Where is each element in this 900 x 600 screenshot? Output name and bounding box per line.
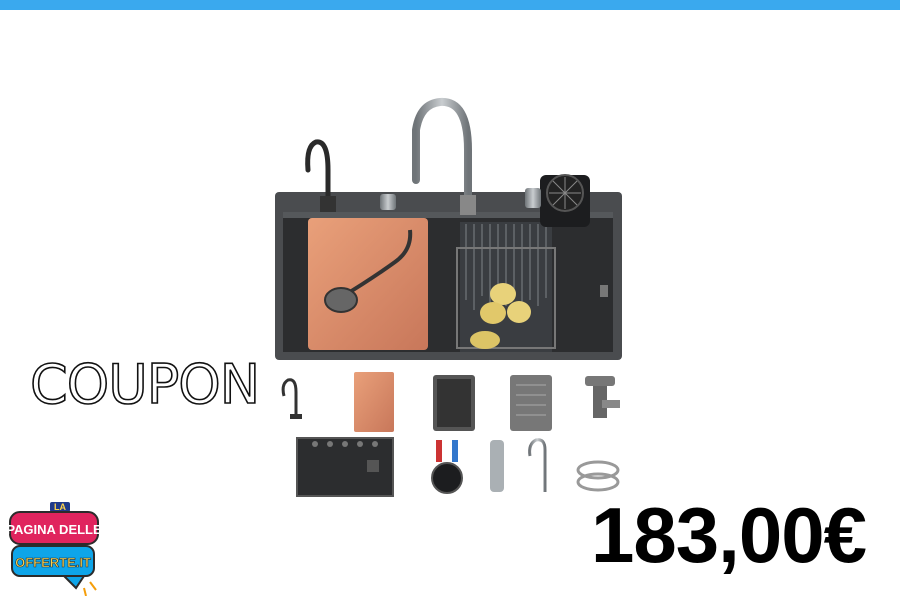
svg-text:OFFERTE.IT: OFFERTE.IT (15, 555, 91, 570)
svg-text:PAGINA DELLE: PAGINA DELLE (8, 522, 100, 537)
accessories-row-1 (281, 372, 620, 432)
svg-text:LA: LA (54, 502, 66, 512)
price-label: 183,00€ (591, 491, 867, 579)
accessories-row-2 (296, 437, 620, 497)
coupon-label: COUPON (29, 353, 261, 416)
cutting-board (308, 218, 428, 350)
pagina-delle-offerte-logo: LA PAGINA DELLE OFFERTE.IT (8, 502, 100, 596)
